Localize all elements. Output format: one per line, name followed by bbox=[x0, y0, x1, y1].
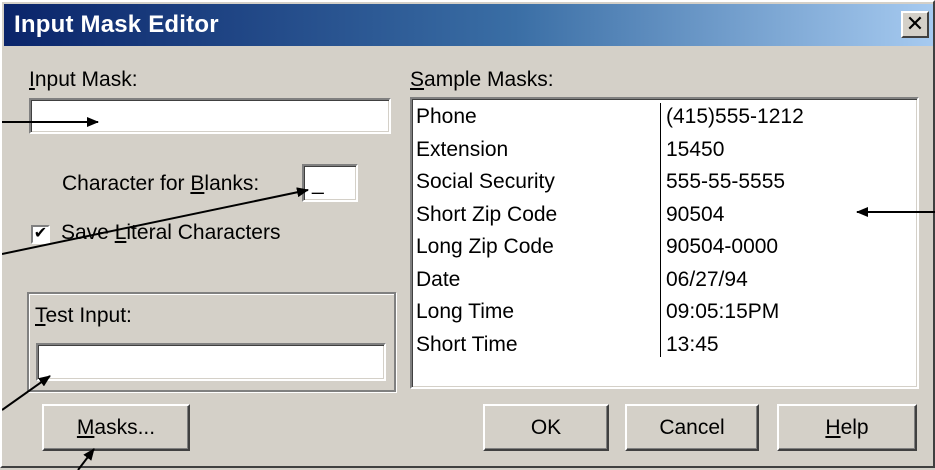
close-icon: ✕ bbox=[905, 11, 925, 36]
sample-masks-label: Sample Masks: bbox=[410, 68, 554, 92]
sample-mask-row[interactable]: Date 06/27/94 bbox=[412, 268, 917, 298]
input-mask-label: Input Mask: bbox=[29, 68, 138, 92]
sample-mask-example: 13:45 bbox=[666, 332, 719, 356]
input-mask-label-text: Input Mask: bbox=[29, 68, 138, 91]
save-literal-label-text: Save Literal Characters bbox=[61, 221, 281, 244]
ok-button-label: OK bbox=[530, 416, 562, 439]
checkmark-icon: ✔ bbox=[33, 225, 48, 242]
blanks-value: _ bbox=[312, 172, 324, 195]
sample-mask-name: Date bbox=[416, 267, 461, 291]
cancel-button-label: Cancel bbox=[659, 416, 725, 439]
ok-button[interactable]: OK bbox=[483, 404, 609, 451]
help-button[interactable]: Help bbox=[777, 404, 917, 451]
sample-mask-example: 15450 bbox=[666, 137, 725, 161]
sample-mask-name: Phone bbox=[416, 105, 477, 128]
test-input-label: Test Input: bbox=[35, 304, 132, 328]
sample-mask-row[interactable]: Extension 15450 bbox=[412, 138, 917, 168]
sample-mask-name: Long Time bbox=[416, 300, 515, 323]
sample-mask-example: 90504 bbox=[666, 202, 725, 226]
dialog-title: Input Mask Editor bbox=[14, 11, 219, 38]
blanks-label-text: Character for Blanks: bbox=[62, 172, 260, 195]
close-button[interactable]: ✕ bbox=[901, 11, 929, 38]
sample-mask-row[interactable]: Long Time 09:05:15PM bbox=[412, 300, 917, 330]
input-mask-field[interactable] bbox=[29, 98, 391, 134]
sample-masks-label-text: Sample Masks: bbox=[410, 68, 554, 91]
sample-mask-example: (415)555-1212 bbox=[666, 105, 804, 128]
sample-mask-example: 09:05:15PM bbox=[666, 300, 780, 323]
sample-masks-list[interactable]: Phone (415)555-1212 Extension 15450 Social S… bbox=[410, 97, 919, 389]
test-input-label-text: Test Input: bbox=[35, 304, 132, 327]
sample-mask-row[interactable]: Long Zip Code 90504-0000 bbox=[412, 235, 917, 265]
sample-mask-name: Extension bbox=[416, 137, 509, 161]
masks-button[interactable]: Masks... bbox=[42, 404, 190, 451]
sample-mask-row[interactable]: Social Security 555-55-5555 bbox=[412, 170, 917, 200]
sample-mask-name: Social Security bbox=[416, 170, 555, 193]
sample-mask-name: Long Zip Code bbox=[416, 235, 554, 258]
sample-mask-row[interactable]: Short Time 13:45 bbox=[412, 333, 917, 363]
sample-mask-example: 555-55-5555 bbox=[666, 170, 786, 193]
arrow-masks bbox=[77, 448, 95, 470]
save-literal-label[interactable]: Save Literal Characters bbox=[61, 221, 280, 245]
sample-mask-row[interactable]: Phone (415)555-1212 bbox=[412, 105, 917, 135]
sample-mask-name: Short Time bbox=[416, 332, 518, 356]
help-button-label: Help bbox=[825, 416, 869, 439]
masks-button-label: Masks... bbox=[76, 416, 156, 439]
input-mask-editor-dialog: Input Mask Editor ✕ Input Mask: Characte… bbox=[0, 0, 935, 470]
sample-mask-row[interactable]: Short Zip Code 90504 bbox=[412, 203, 917, 233]
sample-mask-example: 06/27/94 bbox=[666, 267, 748, 291]
title-bar[interactable]: Input Mask Editor ✕ bbox=[4, 4, 933, 46]
sample-mask-name: Short Zip Code bbox=[416, 202, 558, 226]
test-input-field[interactable] bbox=[36, 343, 386, 381]
cancel-button[interactable]: Cancel bbox=[625, 404, 759, 451]
sample-mask-example: 90504-0000 bbox=[666, 235, 779, 258]
blanks-label: Character for Blanks: bbox=[62, 172, 259, 196]
blanks-field[interactable]: _ bbox=[302, 164, 358, 202]
save-literal-checkbox[interactable]: ✔ bbox=[31, 225, 50, 244]
